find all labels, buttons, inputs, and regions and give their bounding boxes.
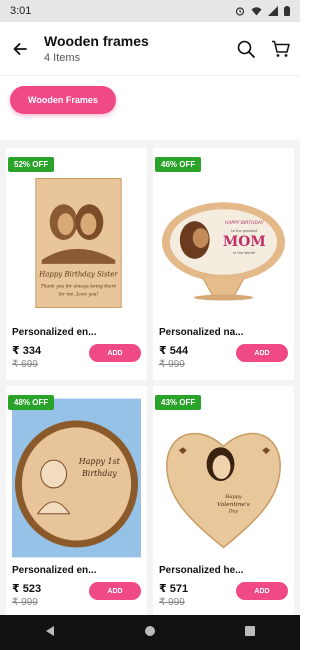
product-grid: 52% OFF Happy Birthday Sister Thank you …	[0, 140, 300, 618]
engraved-text: Valentine's	[217, 501, 250, 508]
product-price: ₹ 334	[12, 345, 42, 357]
product-image[interactable]: HAPPY BIRTHDAY to the greatest MOM in th…	[159, 160, 288, 320]
engraved-text: Day	[228, 509, 238, 515]
status-icons	[235, 6, 290, 16]
discount-badge: 52% OFF	[8, 157, 55, 172]
product-name[interactable]: Personalized he...	[159, 565, 243, 576]
status-time: 3:01	[10, 5, 32, 17]
product-image[interactable]: Happy Valentine's Day	[159, 398, 288, 558]
battery-icon	[284, 6, 290, 16]
alarm-icon	[235, 6, 245, 16]
product-card[interactable]: 43% OFF Happy Valentine's Day Personaliz…	[153, 386, 294, 618]
product-price: ₹ 523	[12, 583, 42, 595]
add-button[interactable]: ADD	[89, 344, 141, 362]
product-mrp: ₹ 999	[12, 597, 38, 608]
nav-back-icon[interactable]	[44, 624, 56, 642]
cart-icon[interactable]	[271, 40, 290, 58]
nav-home-icon[interactable]	[144, 624, 156, 642]
discount-badge: 46% OFF	[155, 157, 202, 172]
product-mrp: ₹ 699	[12, 359, 38, 370]
engraved-text: Happy Birthday Sister	[38, 271, 118, 279]
page-title: Wooden frames	[44, 33, 149, 49]
product-price: ₹ 544	[159, 345, 189, 357]
product-name[interactable]: Personalized na...	[159, 327, 243, 338]
add-button[interactable]: ADD	[236, 344, 288, 362]
product-card[interactable]: 52% OFF Happy Birthday Sister Thank you …	[6, 148, 147, 380]
engraved-text: Birthday	[81, 469, 117, 478]
add-button[interactable]: ADD	[236, 582, 288, 600]
product-card[interactable]: 46% OFF HAPPY BIRTHDAY to the greatest M…	[153, 148, 294, 380]
item-count: 4 Items	[44, 52, 81, 64]
discount-badge: 48% OFF	[8, 395, 55, 410]
filter-chips: Wooden Frames	[0, 76, 300, 128]
engraved-text: to the greatest	[231, 229, 257, 233]
signal-icon	[268, 6, 278, 16]
product-price: ₹ 571	[159, 583, 189, 595]
discount-badge: 43% OFF	[155, 395, 202, 410]
engraved-text: MOM	[223, 234, 266, 250]
engraved-text: Happy	[224, 494, 242, 500]
app-bar: Wooden frames 4 Items	[0, 22, 300, 76]
nav-recents-icon[interactable]	[244, 624, 256, 642]
wifi-icon	[251, 6, 262, 16]
product-image[interactable]: Happy Birthday Sister Thank you for alwa…	[12, 160, 141, 320]
back-arrow-icon[interactable]	[10, 39, 30, 59]
system-nav-bar	[0, 615, 300, 650]
filter-chip-wooden-frames[interactable]: Wooden Frames	[10, 86, 116, 114]
engraved-text: for me. Love you!	[58, 292, 99, 298]
engraved-text: in the World!	[233, 251, 255, 255]
product-image[interactable]: Happy 1st Birthday	[12, 398, 141, 558]
search-icon[interactable]	[237, 40, 255, 58]
engraved-text: HAPPY BIRTHDAY	[225, 220, 265, 226]
engraved-text: Happy 1st	[78, 457, 121, 466]
engraved-text: Thank you for always being there	[41, 284, 117, 290]
header-actions	[237, 40, 290, 58]
product-mrp: ₹ 999	[159, 359, 185, 370]
status-bar: 3:01	[0, 0, 300, 22]
header-titles: Wooden frames 4 Items	[44, 33, 237, 64]
product-card[interactable]: 48% OFF Happy 1st Birthday Personalized …	[6, 386, 147, 618]
add-button[interactable]: ADD	[89, 582, 141, 600]
product-name[interactable]: Personalized en...	[12, 327, 96, 338]
product-name[interactable]: Personalized en...	[12, 565, 96, 576]
product-mrp: ₹ 999	[159, 597, 185, 608]
